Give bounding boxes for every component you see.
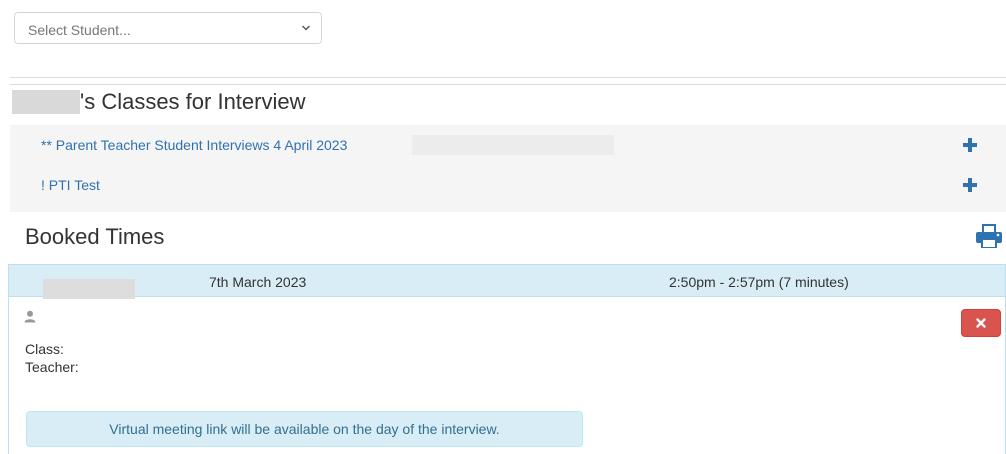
redacted-class-detail [412,135,614,155]
print-icon[interactable] [975,222,1003,250]
chevron-down-icon [301,21,311,38]
teacher-label: Teacher: [25,359,79,375]
booked-times-heading: Booked Times [25,224,165,249]
add-class-icon[interactable] [962,137,978,153]
close-icon [976,318,986,328]
class-link[interactable]: ! PTI Test [41,177,100,193]
booking-panel: 7th March 2023 2:50pm - 2:57pm (7 minute… [8,264,1006,454]
booking-header: 7th March 2023 2:50pm - 2:57pm (7 minute… [9,265,1005,297]
user-icon [24,310,36,323]
class-label: Class: [25,341,64,357]
list-item: ** Parent Teacher Student Interviews 4 A… [10,125,1006,165]
classes-list: ** Parent Teacher Student Interviews 4 A… [10,125,1006,212]
redacted-student-name [12,90,80,114]
divider [10,77,1006,78]
student-select[interactable]: Select Student... [14,12,322,44]
list-item: ! PTI Test [10,165,1006,205]
booking-date: 7th March 2023 [209,274,307,290]
student-select-value: Select Student... [28,22,131,38]
virtual-meeting-notice: Virtual meeting link will be available o… [26,411,583,447]
classes-heading: 's Classes for Interview [12,89,306,115]
classes-heading-text: 's Classes for Interview [80,89,306,114]
add-class-icon[interactable] [962,177,978,193]
booking-time: 2:50pm - 2:57pm (7 minutes) [669,274,849,290]
redacted-teacher-name [43,279,135,299]
class-link[interactable]: ** Parent Teacher Student Interviews 4 A… [41,137,347,153]
divider [10,84,1006,85]
delete-booking-button[interactable] [961,309,1001,337]
